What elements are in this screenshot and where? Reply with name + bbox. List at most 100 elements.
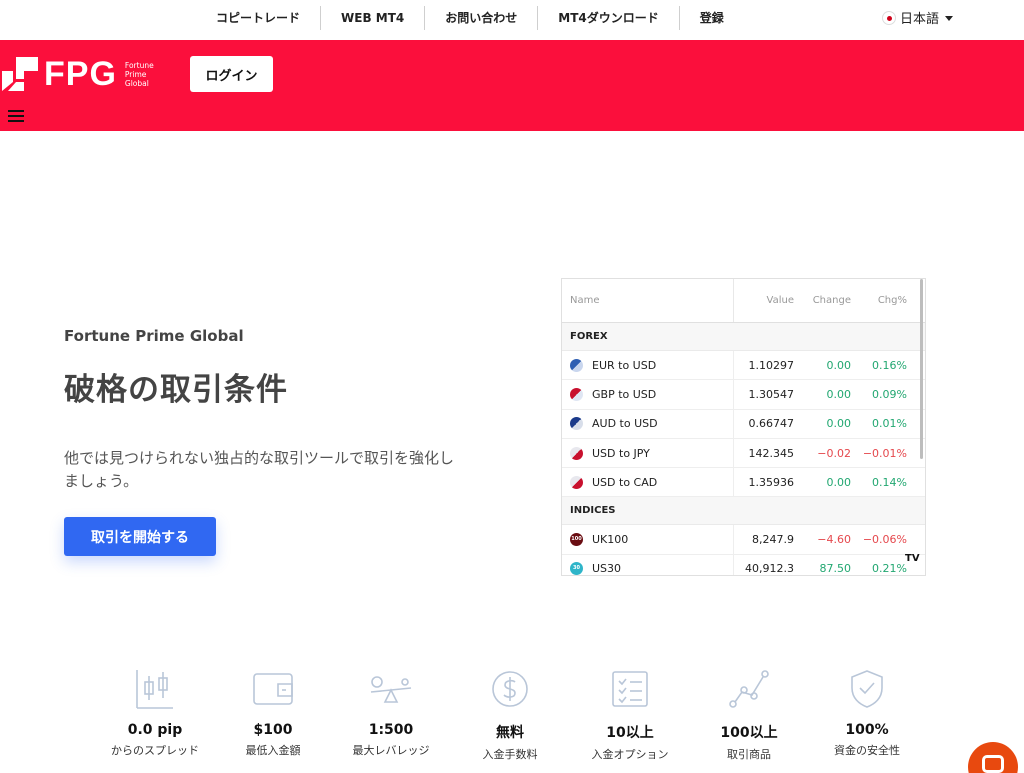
hero-eyebrow: Fortune Prime Global [64,327,244,345]
quote-row[interactable]: GBP to USD 1.30547 0.00 0.09% [562,380,925,410]
quote-change: 0.00 [826,475,852,489]
feature-subtitle: からのスプレッド [111,744,199,757]
quote-change: 0.00 [826,358,852,372]
gbp-flag-icon [570,387,583,401]
feature-title: $100 [253,722,293,738]
japan-flag-icon [882,10,896,25]
top-nav: コピートレード WEB MT4 お問い合わせ MT4ダウンロード 登録 日本語 [0,0,1024,40]
quote-value: 1.35936 [748,475,795,489]
quote-name: GBP to USD [592,387,657,401]
feature-leverage: 1:500 最大レバレッジ [331,668,451,758]
quote-change: −0.02 [817,446,851,460]
nav-contact[interactable]: お問い合わせ [425,6,539,30]
logo-sub-line: Prime [124,69,147,79]
quote-value: 8,247.9 [752,533,794,547]
quote-change-pct: −0.01% [862,446,907,460]
quote-change-pct: −0.06% [862,533,907,547]
logo-subtext: Fortune Prime Global [125,61,165,88]
feature-subtitle: 資金の安全性 [834,744,900,757]
quote-value: 142.345 [748,446,795,460]
language-label: 日本語 [900,12,940,27]
column-change: Change [812,295,851,306]
logo-sub-line: Fortune [124,60,154,70]
login-button[interactable]: ログイン [190,56,273,92]
feature-subtitle: 入金手数料 [482,748,538,761]
quote-change-pct: 0.14% [872,475,907,489]
quote-change: −4.60 [817,533,851,547]
shield-check-icon [851,670,883,708]
quote-row[interactable]: 100 UK100 8,247.9 −4.60 −0.06% [562,525,925,555]
hero-title: 破格の取引条件 [64,372,288,408]
quote-value: 1.30547 [748,387,795,401]
checklist-icon [612,671,648,707]
dollar-coin-icon [492,671,528,707]
feature-subtitle: 取引商品 [727,748,771,761]
chat-launcher-button[interactable] [968,742,1018,773]
quote-change-pct: 0.16% [872,358,907,372]
aud-flag-icon [570,417,583,431]
quote-change: 0.00 [826,387,852,401]
feature-min-deposit: $100 最低入金額 [213,668,333,758]
usd-flag-icon [570,446,583,460]
feature-deposit-options: 10以上 入金オプション [570,668,690,762]
quote-change-pct: 0.21% [872,562,907,576]
hero-description: 他では見つけられない独占的な取引ツールで取引を強化しましょう。 [64,449,455,490]
wallet-icon [253,673,293,705]
quote-row[interactable]: AUD to USD 0.66747 0.00 0.01% [562,409,925,439]
usd-flag-icon [570,475,583,489]
eur-flag-icon [570,358,583,372]
nav-register[interactable]: 登録 [680,6,744,30]
quote-row[interactable]: USD to JPY 142.345 −0.02 −0.01% [562,438,925,469]
top-nav-links: コピートレード WEB MT4 お問い合わせ MT4ダウンロード 登録 [196,6,744,30]
quote-change: 0.00 [826,417,852,431]
us30-badge-icon: 30 [570,562,583,575]
feature-title: 100以上 [720,725,778,741]
logo-sub-line: Global [124,78,149,88]
feature-title: 10以上 [606,725,654,741]
nav-copy-trade[interactable]: コピートレード [196,6,322,30]
feature-title: 100% [845,722,889,738]
quote-change-pct: 0.09% [872,387,907,401]
quote-name: AUD to USD [592,417,658,431]
group-indices: INDICES [562,497,925,526]
feature-title: 1:500 [368,722,414,738]
feature-subtitle: 最大レバレッジ [352,744,430,757]
logo-text: FPG [44,55,117,93]
quote-name: US30 [592,562,622,576]
language-selector[interactable]: 日本語 [882,8,954,27]
group-forex: FOREX [562,323,925,351]
start-trading-button[interactable]: 取引を開始する [64,517,216,556]
feature-spread: 0.0 pip からのスプレッド [95,668,215,758]
quote-row[interactable]: USD to CAD 1.35936 0.00 0.14% [562,468,925,498]
hamburger-menu-icon[interactable] [8,110,24,122]
nav-web-mt4[interactable]: WEB MT4 [321,6,426,30]
column-value: Value [766,295,794,306]
quote-name: USD to JPY [592,446,650,460]
quote-name: USD to CAD [592,475,658,489]
tradingview-logo-icon[interactable]: TV [905,553,920,564]
candlestick-icon [136,670,173,709]
quote-change: 87.50 [819,562,852,576]
quote-name: EUR to USD [592,358,657,372]
fpg-logo[interactable]: FPG Fortune Prime Global [2,57,165,91]
quote-value: 0.66747 [748,417,795,431]
chat-bubble-icon [982,755,1004,773]
column-name: Name [562,279,734,322]
market-quotes-widget[interactable]: Name Value Change Chg% FOREX EUR to USD … [561,278,926,576]
nav-mt4-download[interactable]: MT4ダウンロード [538,6,680,30]
feature-title: 無料 [496,725,524,741]
quote-row[interactable]: EUR to USD 1.10297 0.00 0.16% [562,351,925,381]
quote-change-pct: 0.01% [872,417,907,431]
feature-subtitle: 最低入金額 [245,744,301,757]
feature-deposit-fee: 無料 入金手数料 [450,668,570,762]
widget-header-row: Name Value Change Chg% [562,279,925,323]
widget-scrollbar[interactable] [920,279,923,459]
feature-subtitle: 入金オプション [591,748,669,761]
quote-name: UK100 [592,533,629,547]
uk100-badge-icon: 100 [570,533,583,547]
fpg-logo-mark-icon [2,57,38,91]
feature-title: 0.0 pip [127,722,183,738]
column-change-pct: Chg% [877,295,907,306]
quote-row[interactable]: 30 US30 40,912.3 87.50 0.21% [562,554,925,576]
caret-down-icon [945,16,954,21]
